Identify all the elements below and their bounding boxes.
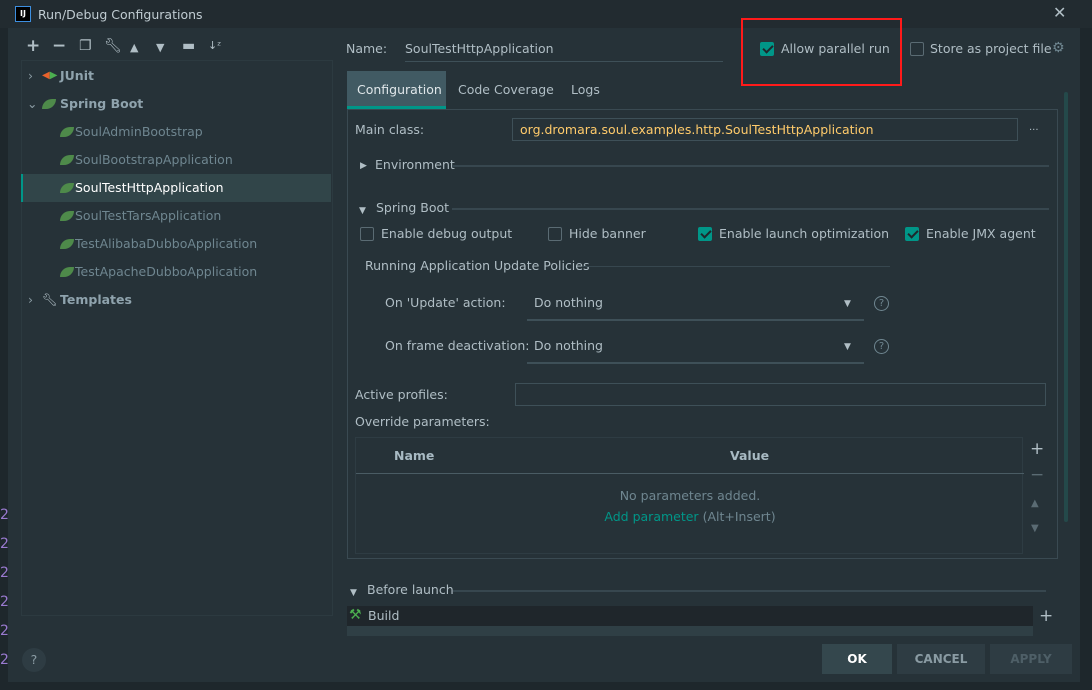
gear-icon[interactable]: ⚙ bbox=[1052, 41, 1065, 55]
spring-boot-icon bbox=[60, 127, 74, 137]
chevron-right-icon[interactable]: › bbox=[28, 68, 33, 83]
active-profiles-label: Active profiles: bbox=[355, 387, 448, 402]
cancel-button[interactable]: CANCEL bbox=[897, 644, 985, 674]
title-bar: IJ Run/Debug Configurations ✕ bbox=[0, 0, 1092, 28]
chevron-right-icon[interactable]: › bbox=[28, 292, 33, 307]
hide-banner-label[interactable]: Hide banner bbox=[569, 226, 646, 242]
debug-output-checkbox[interactable] bbox=[360, 227, 374, 241]
move-down-icon[interactable]: ▼ bbox=[1031, 522, 1039, 536]
help-icon[interactable]: ? bbox=[874, 339, 889, 354]
column-header-value[interactable]: Value bbox=[730, 448, 769, 464]
wrench-icon[interactable]: 🔧︎ bbox=[104, 39, 122, 53]
name-label: Name: bbox=[346, 41, 388, 56]
parameters-table: Name Value No parameters added. Add para… bbox=[355, 437, 1024, 554]
tab-code-coverage[interactable]: Code Coverage bbox=[458, 82, 554, 98]
spring-boot-icon bbox=[42, 99, 56, 109]
browse-button[interactable]: ... bbox=[1029, 120, 1039, 136]
ok-button[interactable]: OK bbox=[822, 644, 892, 674]
allow-parallel-checkbox[interactable] bbox=[760, 42, 774, 56]
spring-boot-icon bbox=[60, 267, 74, 277]
tree-toolbar: + − ❐ 🔧︎ ▲ ▼ ▬ ↓ᶻ bbox=[26, 38, 236, 55]
spring-boot-icon bbox=[60, 211, 74, 221]
tree-item-templates[interactable]: › 🔧︎ Templates bbox=[22, 286, 332, 314]
update-action-dropdown[interactable]: Do nothing ▼ bbox=[527, 290, 864, 321]
main-class-label: Main class: bbox=[355, 122, 425, 137]
tree-item[interactable]: TestApacheDubboApplication bbox=[22, 258, 332, 286]
tab-configuration[interactable]: Configuration bbox=[347, 71, 446, 109]
jmx-agent-label[interactable]: Enable JMX agent bbox=[926, 226, 1036, 242]
add-parameter-row: Add parameter (Alt+Insert) bbox=[604, 509, 776, 524]
before-launch-list: ⚒ Build bbox=[347, 606, 1033, 636]
tab-logs[interactable]: Logs bbox=[571, 82, 600, 98]
environment-section[interactable]: Environment bbox=[375, 157, 455, 173]
window-title: Run/Debug Configurations bbox=[38, 7, 203, 22]
new-folder-icon[interactable]: ▬ bbox=[182, 39, 195, 53]
sort-az-icon[interactable]: ↓ᶻ bbox=[208, 39, 221, 53]
frame-deactivation-label: On frame deactivation: bbox=[385, 338, 530, 353]
add-parameter-link[interactable]: Add parameter bbox=[604, 509, 698, 524]
add-row-icon[interactable]: + bbox=[1030, 441, 1044, 458]
scrollbar[interactable] bbox=[1064, 92, 1068, 522]
dropdown-arrow-icon: ▼ bbox=[844, 342, 851, 352]
tree-item-spring-boot[interactable]: ⌄ Spring Boot bbox=[22, 90, 332, 118]
divider bbox=[452, 165, 1049, 167]
tree-item[interactable]: SoulBootstrapApplication bbox=[22, 146, 332, 174]
debug-output-label[interactable]: Enable debug output bbox=[381, 226, 512, 242]
collapse-triangle-icon[interactable]: ▼ bbox=[359, 204, 366, 218]
junit-icon: ◀▶ bbox=[42, 70, 58, 81]
list-item[interactable]: ⚒ Build bbox=[347, 606, 1033, 626]
divider bbox=[453, 590, 1046, 592]
divider bbox=[452, 208, 1049, 210]
hammer-icon: ⚒ bbox=[349, 607, 362, 623]
divider bbox=[582, 266, 890, 267]
help-icon[interactable]: ? bbox=[874, 296, 889, 311]
wrench-icon: 🔧︎ bbox=[42, 292, 58, 307]
spring-boot-icon bbox=[60, 183, 74, 193]
collapse-triangle-icon[interactable]: ▼ bbox=[350, 586, 357, 600]
column-header-name[interactable]: Name bbox=[394, 448, 434, 464]
tree-item[interactable]: SoulTestTarsApplication bbox=[22, 202, 332, 230]
frame-deactivation-dropdown[interactable]: Do nothing ▼ bbox=[527, 333, 864, 364]
tree-item-selected[interactable]: SoulTestHttpApplication bbox=[21, 174, 331, 202]
remove-row-icon[interactable]: − bbox=[1030, 467, 1044, 484]
help-button[interactable]: ? bbox=[22, 648, 46, 672]
tree-item-junit[interactable]: › ◀▶ JUnit bbox=[22, 62, 332, 90]
minus-icon[interactable]: − bbox=[52, 38, 66, 55]
allow-parallel-label[interactable]: Allow parallel run bbox=[781, 41, 890, 57]
copy-icon[interactable]: ❐ bbox=[79, 39, 92, 53]
override-parameters-label: Override parameters: bbox=[355, 414, 490, 429]
arrow-down-icon[interactable]: ▼ bbox=[156, 41, 164, 55]
arrow-up-icon[interactable]: ▲ bbox=[130, 41, 138, 55]
update-action-label: On 'Update' action: bbox=[385, 295, 506, 310]
before-launch-title[interactable]: Before launch bbox=[367, 582, 454, 598]
empty-table-text: No parameters added. bbox=[619, 488, 761, 503]
spring-boot-icon bbox=[60, 155, 74, 165]
dropdown-arrow-icon: ▼ bbox=[844, 299, 851, 309]
launch-optimization-checkbox[interactable] bbox=[698, 227, 712, 241]
launch-optimization-label[interactable]: Enable launch optimization bbox=[719, 226, 889, 242]
chevron-down-icon[interactable]: ⌄ bbox=[27, 96, 37, 111]
close-icon[interactable]: ✕ bbox=[1053, 5, 1066, 21]
intellij-logo: IJ bbox=[15, 6, 31, 22]
name-input[interactable]: SoulTestHttpApplication bbox=[405, 41, 723, 62]
add-task-icon[interactable]: + bbox=[1039, 608, 1053, 625]
store-project-label[interactable]: Store as project file bbox=[930, 41, 1052, 57]
spring-boot-section[interactable]: Spring Boot bbox=[376, 200, 449, 216]
move-up-icon[interactable]: ▲ bbox=[1031, 497, 1039, 511]
spring-boot-icon bbox=[60, 239, 74, 249]
jmx-agent-checkbox[interactable] bbox=[905, 227, 919, 241]
config-tree: › ◀▶ JUnit ⌄ Spring Boot SoulAdminBootst… bbox=[21, 60, 333, 616]
expand-triangle-icon[interactable]: ▶ bbox=[360, 159, 367, 173]
hide-banner-checkbox[interactable] bbox=[548, 227, 562, 241]
main-class-input[interactable]: org.dromara.soul.examples.http.SoulTestH… bbox=[512, 118, 1018, 141]
store-project-checkbox[interactable] bbox=[910, 42, 924, 56]
policies-title: Running Application Update Policies bbox=[365, 258, 590, 273]
apply-button[interactable]: APPLY bbox=[990, 644, 1072, 674]
active-profiles-input[interactable] bbox=[515, 383, 1046, 406]
tree-item[interactable]: SoulAdminBootstrap bbox=[22, 118, 332, 146]
divider bbox=[356, 473, 1024, 474]
tree-item[interactable]: TestAlibabaDubboApplication bbox=[22, 230, 332, 258]
plus-icon[interactable]: + bbox=[26, 38, 40, 55]
